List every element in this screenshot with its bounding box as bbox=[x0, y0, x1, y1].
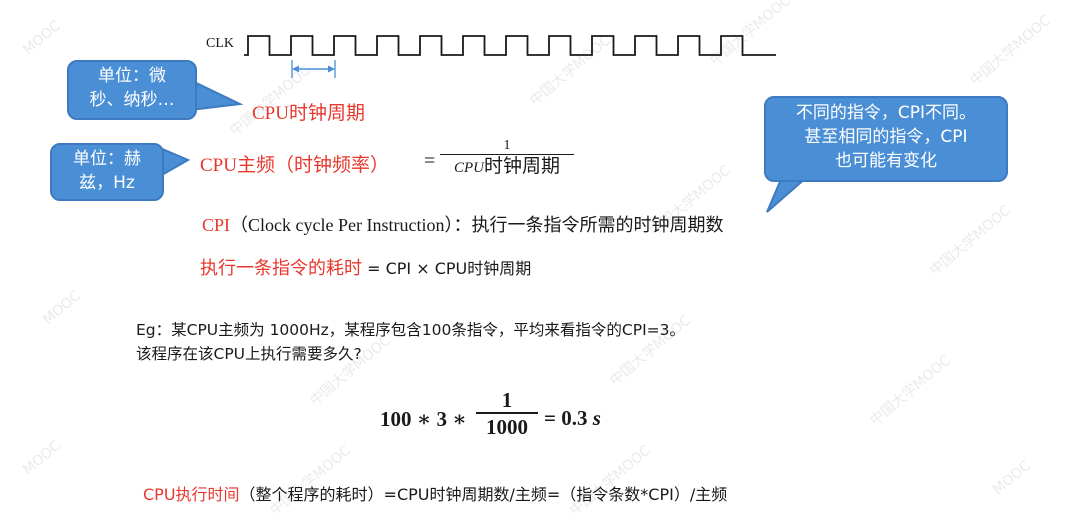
example-formula-result: = 0.3 bbox=[544, 406, 588, 430]
denominator-cpu: CPU bbox=[453, 160, 484, 176]
callout-unit-time: 单位：微 秒、纳秒… bbox=[67, 60, 197, 120]
example-formula-right: = 0.3 s bbox=[544, 406, 601, 431]
instruction-time-formula: = CPI × CPU时钟周期 bbox=[362, 259, 532, 278]
frequency-equals: = bbox=[424, 150, 436, 172]
cpi-text: （Clock cycle Per Instruction）：执行一条指令所需的时… bbox=[230, 215, 724, 235]
summary-line: CPU执行时间（整个程序的耗时）=CPU时钟周期数/主频=（指令条数*CPI）/… bbox=[143, 481, 727, 505]
example-formula-left: 100 ∗ 3 ∗ bbox=[380, 407, 467, 431]
callout-unit-freq-tail bbox=[159, 146, 191, 178]
instruction-time: 执行一条指令的耗时 = CPI × CPU时钟周期 bbox=[200, 254, 531, 280]
cpi-definition: CPI（Clock cycle Per Instruction）：执行一条指令所… bbox=[202, 211, 723, 237]
example-formula-numerator: 1 bbox=[501, 388, 513, 412]
frequency-denominator: CPU时钟周期 bbox=[454, 156, 560, 177]
example-line-2: 该程序在该CPU上执行需要多久? bbox=[136, 345, 362, 363]
summary-label: CPU执行时间 bbox=[143, 485, 240, 504]
example-formula-denominator: 1000 bbox=[486, 415, 528, 439]
frequency-numerator: 1 bbox=[503, 138, 511, 153]
fraction-bar bbox=[440, 154, 574, 155]
frequency-fraction: 1 CPU时钟周期 bbox=[440, 138, 574, 180]
example-formula-unit: s bbox=[592, 406, 601, 430]
instruction-time-label: 执行一条指令的耗时 bbox=[200, 258, 362, 278]
cpu-cycle-label: CPU时钟周期 bbox=[252, 103, 365, 124]
cpi-label: CPI bbox=[202, 215, 231, 235]
denominator-cycle: 时钟周期 bbox=[483, 156, 560, 177]
callout-unit-freq: 单位：赫 兹，Hz bbox=[50, 143, 164, 201]
cpu-frequency-label: CPU主频（时钟频率） bbox=[200, 155, 389, 176]
summary-text: （整个程序的耗时）=CPU时钟周期数/主频=（指令条数*CPI）/主频 bbox=[239, 485, 728, 504]
callout-cpi-note: 不同的指令，CPI不同。 甚至相同的指令，CPI 也可能有变化 bbox=[764, 96, 1008, 182]
example-formula-fraction: 1 1000 bbox=[476, 388, 538, 440]
example-line-1: Eg：某CPU主频为 1000Hz，某程序包含100条指令，平均来看指令的CPI… bbox=[136, 321, 685, 339]
